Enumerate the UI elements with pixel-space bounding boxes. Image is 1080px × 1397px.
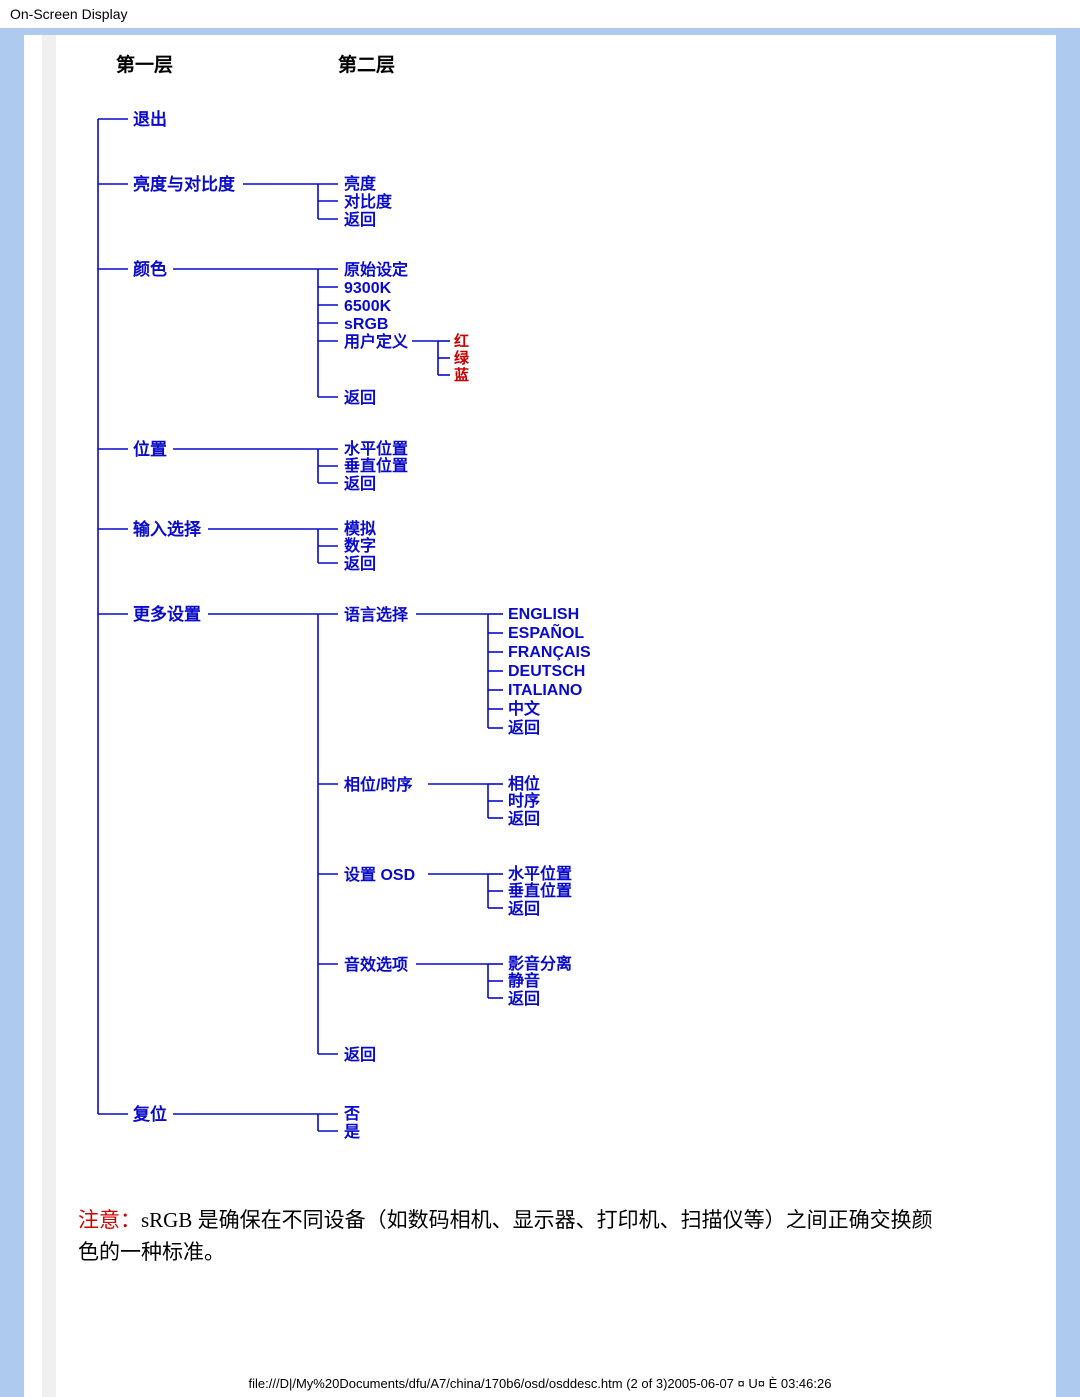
rgb-g: 绿 [454, 349, 470, 367]
lang-it: ITALIANO [508, 682, 582, 699]
header-col1: 第一层 [116, 53, 173, 76]
color-back: 返回 [344, 388, 376, 407]
pos-v: 垂直位置 [344, 456, 408, 475]
l1-reset: 复位 [132, 1104, 167, 1124]
lang-fr: FRANÇAIS [508, 644, 591, 661]
phase-clock: 时序 [508, 791, 540, 810]
color-user: 用户定义 [344, 332, 408, 351]
audio-sep: 影音分离 [508, 954, 572, 973]
more-language: 语言选择 [344, 605, 409, 624]
more-audio: 音效选项 [344, 955, 408, 974]
pos-h: 水平位置 [344, 439, 408, 458]
header-col2: 第二层 [338, 53, 395, 76]
color-9300k: 9300K [344, 280, 392, 297]
bc-contrast: 对比度 [344, 192, 393, 211]
srgb-note: 注意：sRGB 是确保在不同设备（如数码相机、显示器、打印机、扫描仪等）之间正确… [78, 1199, 948, 1268]
note-body: sRGB 是确保在不同设备（如数码相机、显示器、打印机、扫描仪等）之间正确交换颜… [78, 1208, 933, 1264]
l1-input: 输入选择 [133, 519, 202, 539]
note-label: 注意： [78, 1208, 141, 1232]
lang-en: ENGLISH [508, 606, 579, 623]
audio-back: 返回 [508, 989, 540, 1008]
osd-v: 垂直位置 [508, 881, 572, 900]
osd-tree-diagram: 第一层 第二层 退出 亮度与对比度 亮度 对比度 返回 颜色 原始设定 9300… [78, 49, 978, 1199]
rgb-b: 蓝 [454, 366, 469, 384]
lang-de: DEUTSCH [508, 663, 585, 680]
l1-color: 颜色 [133, 259, 167, 279]
l1-exit: 退出 [133, 109, 167, 129]
color-6500k: 6500K [344, 298, 392, 315]
l1-more: 更多设置 [133, 604, 201, 624]
pos-back: 返回 [344, 474, 376, 493]
lang-back: 返回 [508, 718, 540, 737]
bc-brightness: 亮度 [344, 174, 377, 193]
input-analog: 模拟 [344, 519, 376, 538]
page-title: On-Screen Display [0, 0, 1080, 28]
more-back: 返回 [344, 1045, 376, 1064]
color-srgb: sRGB [344, 316, 388, 333]
audio-mute: 静音 [508, 971, 540, 990]
rgb-r: 红 [454, 332, 469, 350]
reset-yes: 是 [343, 1123, 360, 1141]
reset-no: 否 [343, 1105, 360, 1123]
input-back: 返回 [344, 554, 376, 573]
more-osd: 设置 OSD [344, 866, 415, 884]
color-original: 原始设定 [344, 260, 408, 279]
l1-brightcontrast: 亮度与对比度 [133, 174, 236, 194]
phase-back: 返回 [508, 809, 540, 828]
osd-h: 水平位置 [508, 864, 572, 883]
lang-zh: 中文 [508, 699, 541, 718]
phase-phase: 相位 [508, 774, 540, 793]
input-digital: 数字 [344, 536, 376, 555]
footer-path: file:///D|/My%20Documents/dfu/A7/china/1… [0, 1376, 1080, 1391]
osd-back: 返回 [508, 899, 540, 918]
bc-back: 返回 [344, 210, 376, 229]
l1-position: 位置 [133, 439, 167, 459]
content-frame: 第一层 第二层 退出 亮度与对比度 亮度 对比度 返回 颜色 原始设定 9300… [0, 28, 1080, 1397]
more-phase: 相位/时序 [344, 775, 412, 794]
lang-es: ESPAÑOL [508, 622, 584, 642]
